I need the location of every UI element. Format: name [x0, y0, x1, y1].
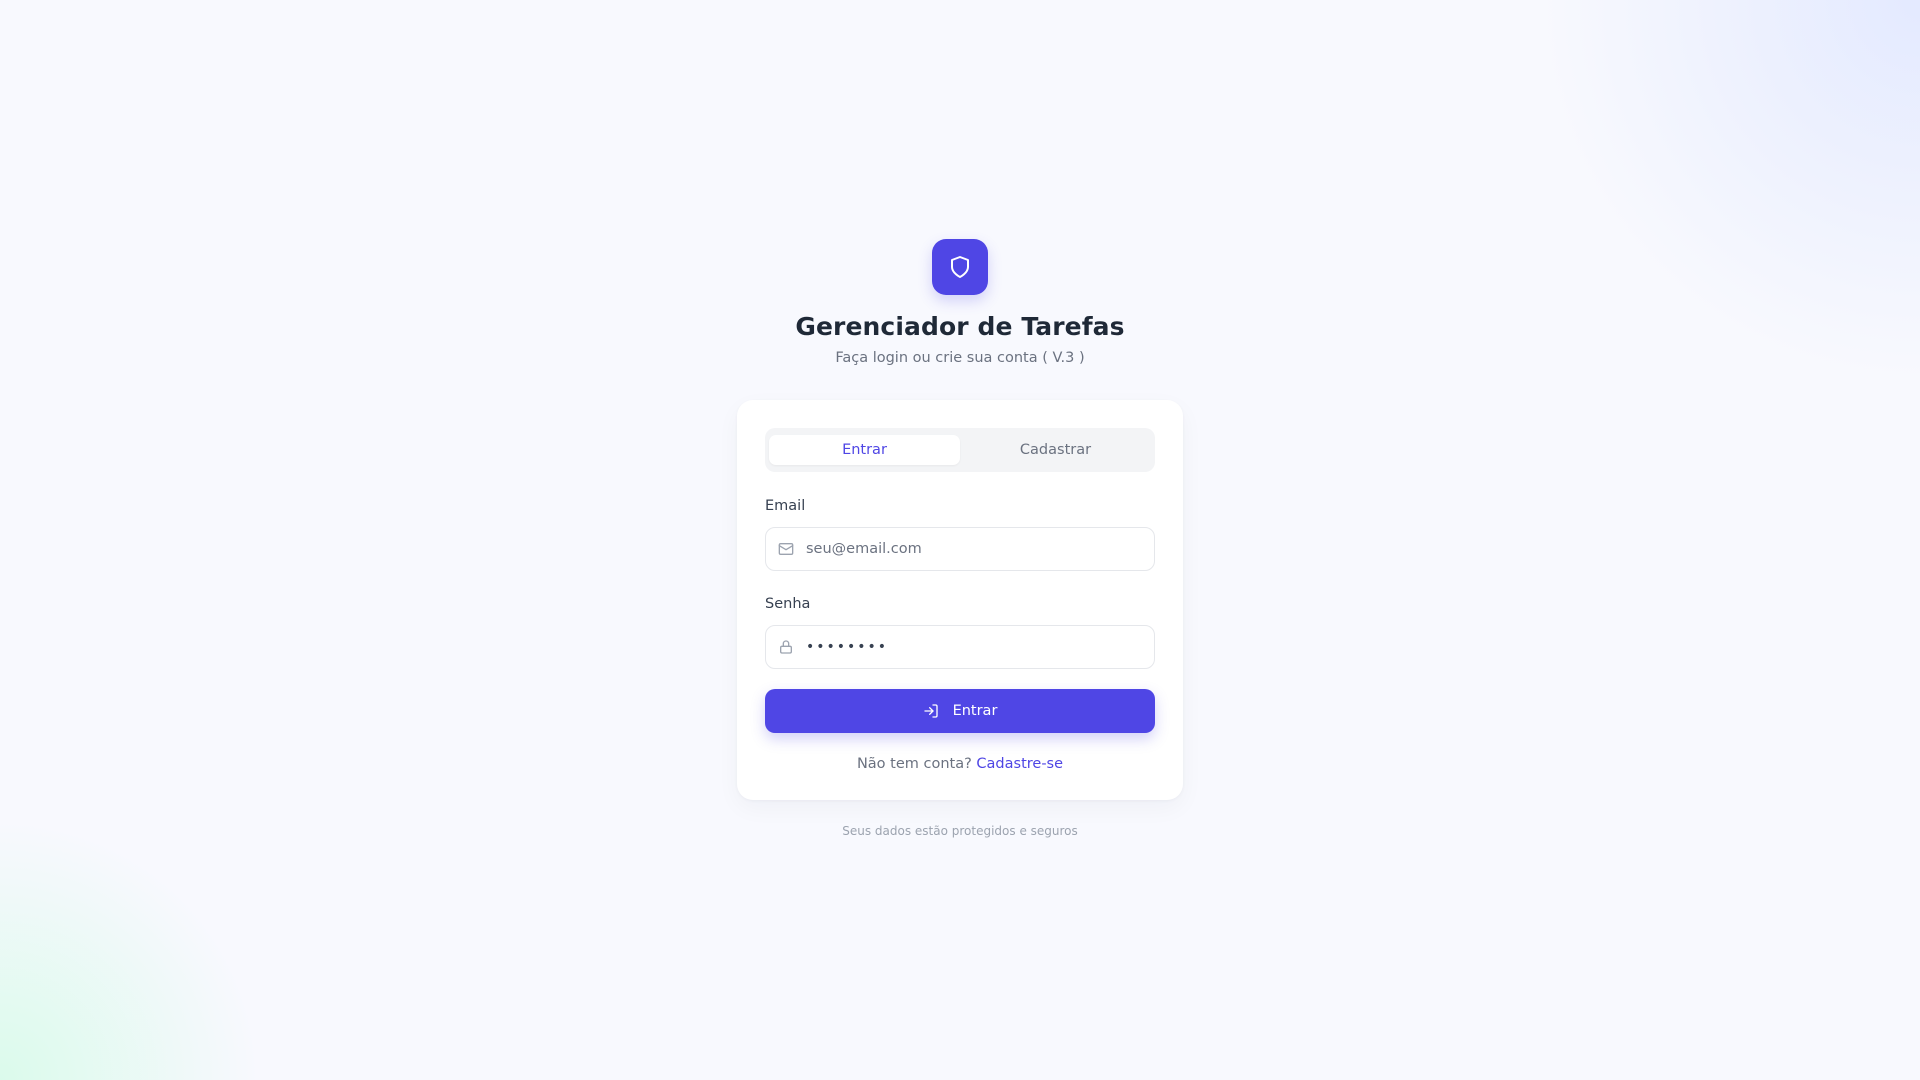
auth-tabs: Entrar Cadastrar — [765, 428, 1155, 472]
login-button-label: Entrar — [952, 703, 998, 719]
shield-icon — [951, 256, 969, 278]
tab-cadastrar[interactable]: Cadastrar — [960, 435, 1151, 465]
tab-entrar[interactable]: Entrar — [769, 435, 960, 465]
email-field-wrapper[interactable] — [765, 527, 1155, 571]
signup-prompt: Não tem conta? Cadastre-se — [765, 755, 1155, 773]
security-note: Seus dados estão protegidos e seguros — [842, 824, 1078, 838]
page-title: Gerenciador de Tarefas — [795, 312, 1125, 341]
page-subtitle: Faça login ou crie sua conta ( V.3 ) — [835, 350, 1085, 366]
login-card: Entrar Cadastrar Email Senha — [737, 400, 1183, 800]
brand-header: Gerenciador de Tarefas Faça login ou cri… — [0, 239, 1920, 368]
mail-icon — [778, 541, 794, 557]
email-label: Email — [765, 498, 806, 514]
login-button[interactable]: Entrar — [765, 689, 1155, 733]
email-input[interactable] — [806, 541, 1136, 557]
signup-link[interactable]: Cadastre-se — [976, 756, 1063, 772]
password-field-wrapper[interactable] — [765, 625, 1155, 669]
lock-icon — [778, 639, 794, 655]
app-logo — [932, 239, 988, 295]
signup-prompt-text: Não tem conta? — [856, 756, 977, 772]
log-in-icon — [923, 703, 939, 719]
password-label: Senha — [765, 596, 811, 612]
password-input[interactable] — [806, 639, 1136, 655]
